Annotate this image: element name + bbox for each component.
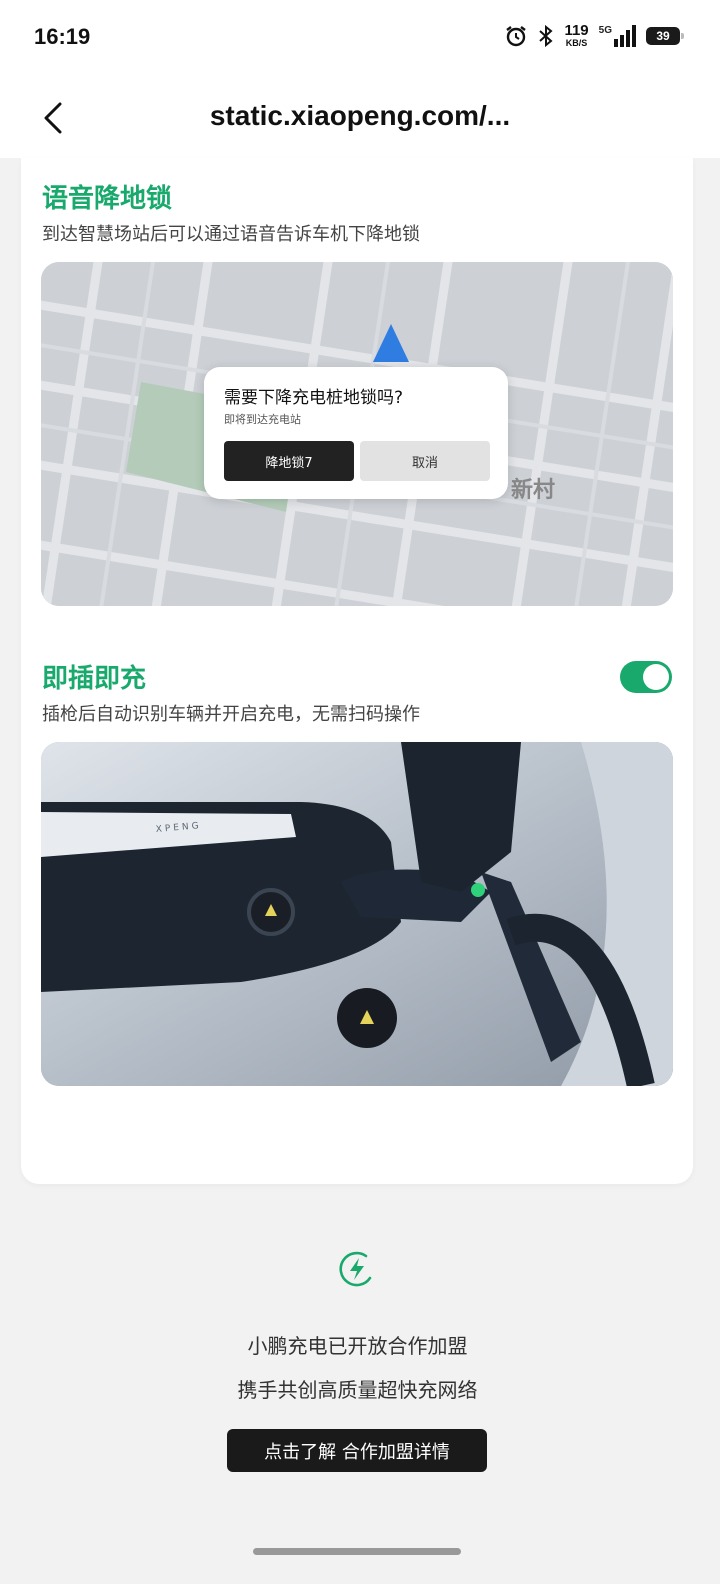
dialog-title: 需要下降充电桩地锁吗? <box>224 388 404 408</box>
toggle-knob <box>643 664 669 690</box>
bluetooth-icon <box>539 24 553 48</box>
network-speed: 119 KB/S <box>564 22 589 48</box>
plug-charge-description: 插枪后自动识别车辆并开启充电，无需扫码操作 <box>42 704 420 725</box>
voice-lock-description: 到达智慧场站后可以通过语音告诉车机下降地锁 <box>42 224 420 245</box>
partner-headline: 小鹏充电已开放合作加盟 <box>247 1334 468 1358</box>
browser-header: static.xiaopeng.com/... <box>0 80 720 158</box>
network-speed-unit: KB/S <box>565 38 588 48</box>
network-speed-value: 119 <box>564 22 589 39</box>
partner-subline: 携手共创高质量超快充网络 <box>237 1378 478 1402</box>
map-illustration: 新村 需要下降充电桩地锁吗? 即将到达充电站 降地锁7 取消 <box>41 262 673 606</box>
status-time: 16:19 <box>34 24 91 49</box>
status-icons: 119 KB/S 5G 39 <box>504 22 684 48</box>
dialog-subtitle: 即将到达充电站 <box>224 413 301 426</box>
lower-lock-button[interactable]: 降地锁7 <box>224 441 354 481</box>
signal-group: 5G <box>599 25 636 47</box>
battery-level: 39 <box>656 29 670 43</box>
page-title: static.xiaopeng.com/... <box>209 100 511 131</box>
partner-details-button[interactable]: 点击了解 合作加盟详情 <box>227 1429 487 1472</box>
plug-charge-title: 即插即充 <box>42 664 147 694</box>
alarm-icon <box>506 26 527 47</box>
status-bar: 16:19 119 KB/S 5G 39 <box>0 0 720 80</box>
cancel-button[interactable]: 取消 <box>360 441 490 481</box>
lower-lock-dialog: 需要下降充电桩地锁吗? 即将到达充电站 降地锁7 取消 <box>204 367 508 499</box>
voice-lock-title: 语音降地锁 <box>42 184 173 214</box>
battery-icon: 39 <box>646 27 684 45</box>
feature-card: 语音降地锁 到达智慧场站后可以通过语音告诉车机下降地锁 新村 需要下降充电桩地锁… <box>21 158 693 1184</box>
network-type: 5G <box>598 25 612 36</box>
lightning-charge-icon <box>339 1251 372 1287</box>
map-place-label: 新村 <box>511 478 556 503</box>
car-charging-illustration: XPENG <box>41 742 673 1086</box>
signal-icon <box>614 25 636 47</box>
car-charging-photo: XPENG <box>41 742 673 1086</box>
plug-charge-toggle[interactable] <box>620 661 672 693</box>
home-indicator[interactable] <box>253 1548 461 1555</box>
